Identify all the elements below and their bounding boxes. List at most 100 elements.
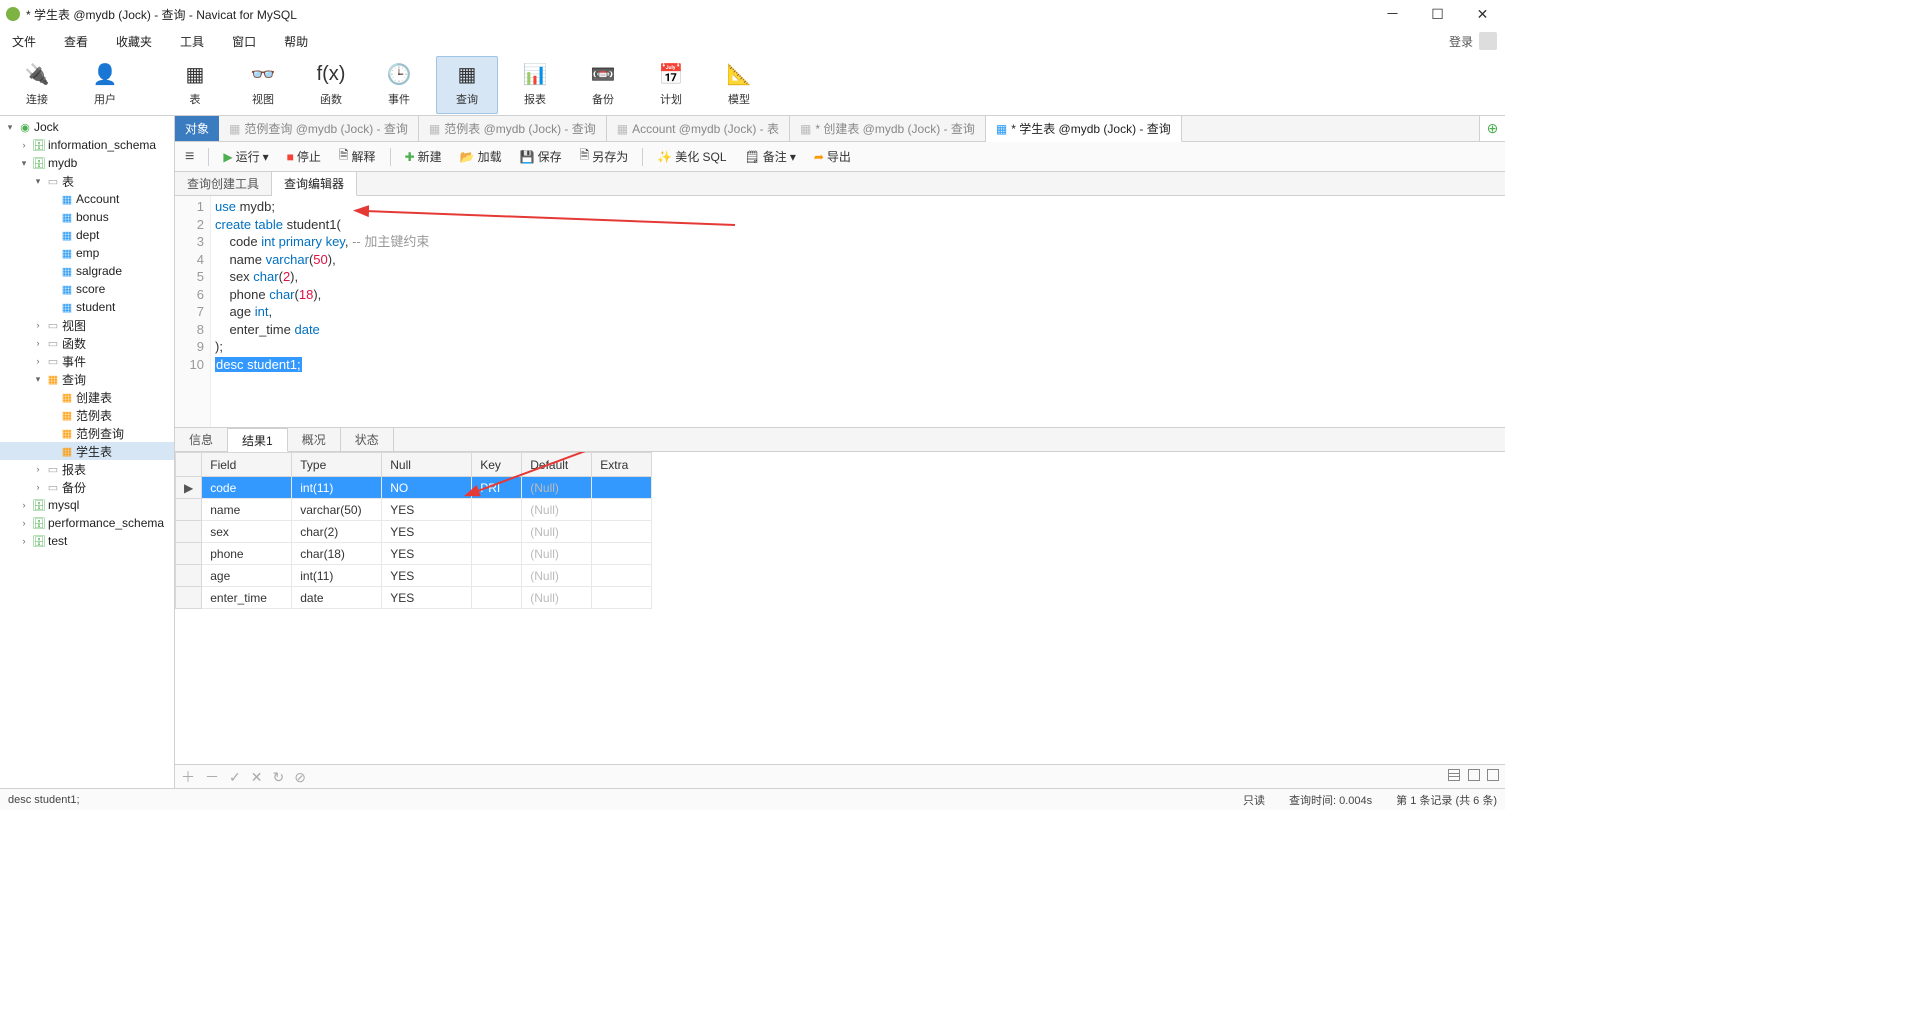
tree-事件[interactable]: ›▭事件 bbox=[0, 352, 174, 370]
tree-performance_schema[interactable]: ›🗄performance_schema bbox=[0, 514, 174, 532]
object-tree[interactable]: ▾◉Jock›🗄information_schema▾🗄mydb▾▭表▦Acco… bbox=[0, 116, 175, 788]
cell[interactable]: date bbox=[292, 587, 382, 609]
gridbar-btn[interactable]: ↻ bbox=[272, 769, 284, 785]
tree-查询[interactable]: ▾▦查询 bbox=[0, 370, 174, 388]
menu-查看[interactable]: 查看 bbox=[60, 31, 92, 52]
twisty-icon[interactable]: › bbox=[18, 140, 30, 150]
load-button[interactable]: 📂加载 bbox=[456, 146, 506, 167]
tree-salgrade[interactable]: ▦salgrade bbox=[0, 262, 174, 280]
twisty-icon[interactable]: › bbox=[18, 536, 30, 546]
gridbar-btn[interactable]: ＋ bbox=[181, 769, 195, 785]
cell[interactable]: (Null) bbox=[522, 587, 592, 609]
cell[interactable]: char(18) bbox=[292, 543, 382, 565]
doctab[interactable]: ▦范例查询 @mydb (Jock) - 查询 bbox=[219, 116, 419, 141]
maximize-button[interactable]: ☐ bbox=[1415, 0, 1460, 28]
twisty-icon[interactable]: › bbox=[18, 500, 30, 510]
restab-状态[interactable]: 状态 bbox=[341, 428, 394, 451]
cell[interactable]: name bbox=[202, 499, 292, 521]
tree-创建表[interactable]: ▦创建表 bbox=[0, 388, 174, 406]
tool-函数[interactable]: f(x)函数 bbox=[300, 56, 362, 114]
sql-editor[interactable]: 12345678910 use mydb;create table studen… bbox=[175, 196, 1505, 428]
new-tab-button[interactable]: ⊕ bbox=[1479, 116, 1505, 141]
cell[interactable] bbox=[472, 499, 522, 521]
col-Type[interactable]: Type bbox=[292, 453, 382, 477]
cell[interactable]: YES bbox=[382, 521, 472, 543]
objects-tab[interactable]: 对象 bbox=[175, 116, 219, 141]
restab-概况[interactable]: 概况 bbox=[288, 428, 341, 451]
tree-information_schema[interactable]: ›🗄information_schema bbox=[0, 136, 174, 154]
cell[interactable]: (Null) bbox=[522, 499, 592, 521]
restab-结果1[interactable]: 结果1 bbox=[228, 428, 288, 452]
cell[interactable] bbox=[472, 565, 522, 587]
tool-用户[interactable]: 👤用户 bbox=[74, 56, 136, 114]
tool-模型[interactable]: 📐模型 bbox=[708, 56, 770, 114]
cell[interactable]: varchar(50) bbox=[292, 499, 382, 521]
tree-mysql[interactable]: ›🗄mysql bbox=[0, 496, 174, 514]
cell[interactable]: (Null) bbox=[522, 543, 592, 565]
cell[interactable] bbox=[592, 521, 652, 543]
cell[interactable]: PRI bbox=[472, 477, 522, 499]
menu-收藏夹[interactable]: 收藏夹 bbox=[112, 31, 156, 52]
tree-表[interactable]: ▾▭表 bbox=[0, 172, 174, 190]
doctab[interactable]: ▦* 创建表 @mydb (Jock) - 查询 bbox=[790, 116, 986, 141]
saveas-button[interactable]: 🗎另存为 bbox=[576, 144, 633, 169]
doctab[interactable]: ▦范例表 @mydb (Jock) - 查询 bbox=[419, 116, 607, 141]
col-Default[interactable]: Default bbox=[522, 453, 592, 477]
twisty-icon[interactable]: ▾ bbox=[32, 176, 44, 187]
twisty-icon[interactable]: › bbox=[18, 518, 30, 528]
cell[interactable] bbox=[472, 587, 522, 609]
tree-范例查询[interactable]: ▦范例查询 bbox=[0, 424, 174, 442]
new-button[interactable]: ✚新建 bbox=[401, 146, 446, 167]
cell[interactable]: YES bbox=[382, 543, 472, 565]
cell[interactable]: YES bbox=[382, 587, 472, 609]
cell[interactable]: age bbox=[202, 565, 292, 587]
cell[interactable] bbox=[592, 587, 652, 609]
twisty-icon[interactable]: › bbox=[32, 338, 44, 348]
cell[interactable]: int(11) bbox=[292, 565, 382, 587]
cell[interactable]: (Null) bbox=[522, 565, 592, 587]
tool-连接[interactable]: 🔌连接 bbox=[6, 56, 68, 114]
tree-学生表[interactable]: ▦学生表 bbox=[0, 442, 174, 460]
query-builder-tab[interactable]: 查询创建工具 bbox=[175, 172, 272, 195]
cell[interactable]: phone bbox=[202, 543, 292, 565]
stop-button[interactable]: ■停止 bbox=[283, 146, 325, 167]
twisty-icon[interactable]: ▾ bbox=[32, 374, 44, 385]
explain-button[interactable]: 🗎解释 bbox=[335, 144, 380, 169]
twisty-icon[interactable]: ▾ bbox=[18, 158, 30, 169]
gridbar-btn[interactable]: ⊘ bbox=[294, 769, 306, 785]
tree-Jock[interactable]: ▾◉Jock bbox=[0, 118, 174, 136]
col-Null[interactable]: Null bbox=[382, 453, 472, 477]
tree-视图[interactable]: ›▭视图 bbox=[0, 316, 174, 334]
cell[interactable] bbox=[472, 521, 522, 543]
cell[interactable]: YES bbox=[382, 499, 472, 521]
twisty-icon[interactable]: › bbox=[32, 320, 44, 330]
cell[interactable]: code bbox=[202, 477, 292, 499]
restab-信息[interactable]: 信息 bbox=[175, 428, 228, 451]
tool-备份[interactable]: 📼备份 bbox=[572, 56, 634, 114]
tree-score[interactable]: ▦score bbox=[0, 280, 174, 298]
grid-view-icon[interactable] bbox=[1448, 769, 1460, 781]
twisty-icon[interactable]: › bbox=[32, 482, 44, 492]
tree-mydb[interactable]: ▾🗄mydb bbox=[0, 154, 174, 172]
col-Field[interactable]: Field bbox=[202, 453, 292, 477]
tree-student[interactable]: ▦student bbox=[0, 298, 174, 316]
tree-范例表[interactable]: ▦范例表 bbox=[0, 406, 174, 424]
col-Key[interactable]: Key bbox=[472, 453, 522, 477]
hamburger-button[interactable]: ≡ bbox=[181, 146, 198, 168]
menu-工具[interactable]: 工具 bbox=[176, 31, 208, 52]
text-view-icon[interactable] bbox=[1487, 769, 1499, 781]
tree-dept[interactable]: ▦dept bbox=[0, 226, 174, 244]
cell[interactable]: enter_time bbox=[202, 587, 292, 609]
cell[interactable]: sex bbox=[202, 521, 292, 543]
cell[interactable] bbox=[592, 499, 652, 521]
tool-查询[interactable]: ▦查询 bbox=[436, 56, 498, 114]
doctab[interactable]: ▦Account @mydb (Jock) - 表 bbox=[607, 116, 790, 141]
tool-报表[interactable]: 📊报表 bbox=[504, 56, 566, 114]
gridbar-btn[interactable]: ✓ bbox=[229, 769, 241, 785]
cell[interactable]: int(11) bbox=[292, 477, 382, 499]
result-grid[interactable]: FieldTypeNullKeyDefaultExtra▶codeint(11)… bbox=[175, 452, 1505, 764]
tool-计划[interactable]: 📅计划 bbox=[640, 56, 702, 114]
close-button[interactable]: ✕ bbox=[1460, 0, 1505, 28]
minimize-button[interactable]: － bbox=[1370, 0, 1415, 28]
twisty-icon[interactable]: › bbox=[32, 464, 44, 474]
